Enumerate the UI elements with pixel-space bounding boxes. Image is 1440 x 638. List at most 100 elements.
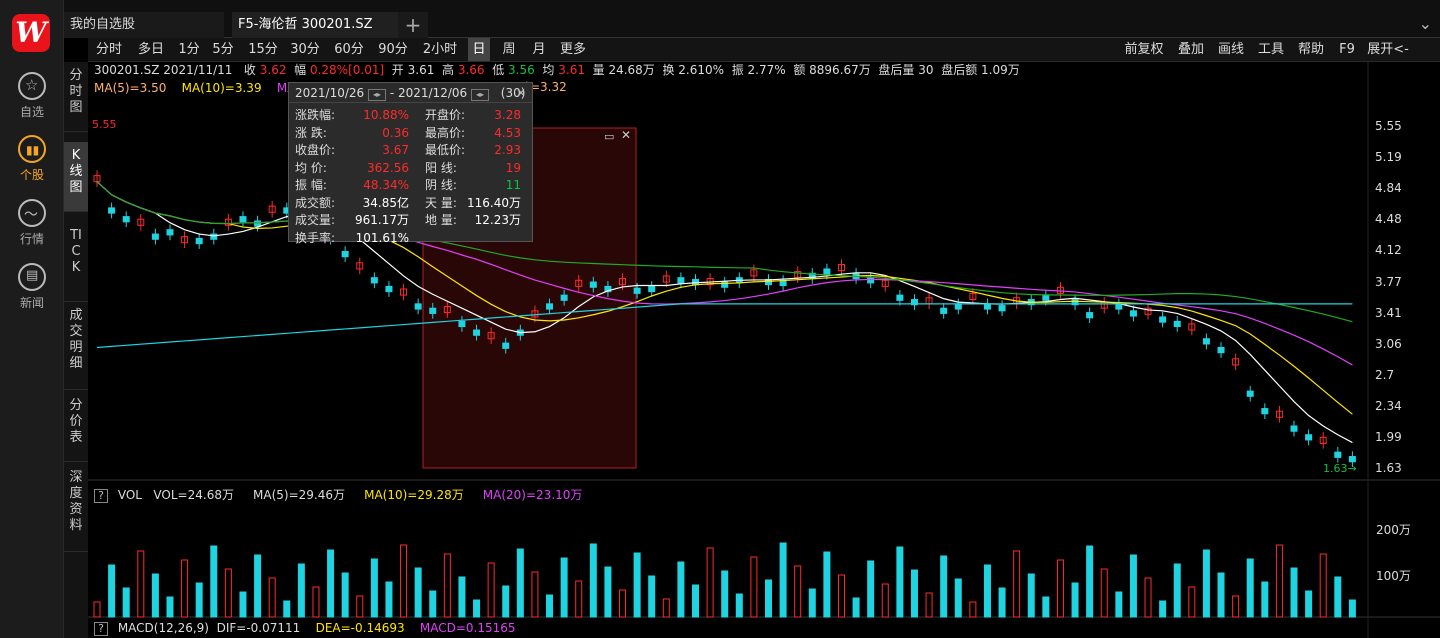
range-stepper-icon[interactable]: ◂▸ — [470, 89, 489, 101]
open-label: 开 — [391, 63, 404, 77]
period-button[interactable]: 90分 — [376, 38, 410, 61]
nav-label: 行情 — [19, 232, 44, 246]
candle — [1261, 408, 1269, 415]
volume-bar — [1027, 573, 1035, 618]
popup-value: 101.61% — [355, 230, 409, 245]
avg-value: 3.61 — [558, 63, 585, 77]
more-button[interactable]: 更多 — [556, 38, 590, 61]
nav-news[interactable]: ▤ 新闻 — [0, 263, 64, 325]
volume-bar — [940, 555, 948, 618]
popup-value: 961.17万 — [355, 213, 409, 227]
volume-bar — [356, 595, 364, 618]
vol-label: 量 — [592, 63, 605, 77]
volume-bar — [881, 583, 889, 618]
candle — [254, 220, 262, 227]
turnover-label: 换 — [662, 63, 675, 77]
volume-bar — [1144, 577, 1152, 618]
period-button[interactable]: 1分 — [176, 38, 202, 61]
volume-bar — [619, 589, 627, 618]
volume-bar — [794, 565, 802, 618]
volume-bar — [692, 584, 700, 618]
close-value: 3.62 — [259, 63, 287, 77]
amount-value: 8896.67万 — [809, 63, 871, 77]
popup-label: 均 价: — [295, 160, 327, 175]
price-axis-label: 4.12 — [1375, 243, 1402, 258]
left-sidebar: W ☆ 自选 ▮▮ 个股 〜 行情 ▤ 新闻 — [0, 0, 64, 638]
chevron-down-icon[interactable]: ⌄ — [1419, 14, 1432, 33]
candle — [1159, 316, 1167, 323]
candle — [151, 233, 159, 240]
range-stats-popup[interactable]: 2021/10/26 ◂▸ - 2021/12/06 ◂▸ (30) ✕ 涨跌幅… — [288, 82, 533, 245]
candle — [633, 287, 641, 294]
amount-label: 额 — [793, 63, 806, 77]
candle — [195, 237, 203, 245]
add-tab-button[interactable]: + — [398, 12, 428, 38]
price-axis-label: 1.63 — [1375, 461, 1402, 476]
nav-watchlist[interactable]: ☆ 自选 — [0, 72, 64, 134]
period-button[interactable]: 15分 — [246, 38, 280, 61]
volume-bar — [1319, 553, 1327, 618]
adjust-button[interactable]: 前复权 — [1122, 38, 1166, 61]
period-button[interactable]: 60分 — [332, 38, 366, 61]
volume-bar — [1056, 559, 1064, 618]
period-button[interactable]: 月 — [528, 38, 550, 61]
amplitude-value: 2.77% — [747, 63, 786, 77]
open-value: 3.61 — [407, 63, 435, 77]
quote-info-line: 300201.SZ 2021/11/11 收 3.62 幅 0.28%[0.01… — [94, 62, 1020, 78]
app-logo[interactable]: W — [12, 14, 50, 52]
period-button[interactable]: 周 — [498, 38, 520, 61]
maximize-icon[interactable]: ▭ — [604, 130, 614, 143]
candle — [341, 251, 349, 258]
vtab-kline[interactable]: K线图 — [64, 142, 88, 212]
vtab-detail[interactable]: 成交明细 — [64, 302, 88, 390]
macd-dea: DEA=-0.14693 — [315, 621, 405, 635]
volume-bar — [210, 545, 218, 618]
volume-bar — [1217, 572, 1225, 618]
star-icon: ☆ — [18, 72, 46, 100]
high-price-marker: 5.55 — [92, 118, 117, 131]
volume-bar — [1159, 600, 1167, 618]
vtab-timeshare[interactable]: 分时图 — [64, 62, 88, 132]
help-icon[interactable]: ? — [94, 489, 108, 503]
period-button[interactable]: 多日 — [134, 38, 168, 61]
volume-bar — [166, 596, 174, 618]
draw-button[interactable]: 画线 — [1216, 38, 1246, 61]
popup-value: 48.34% — [363, 178, 409, 192]
popup-value — [465, 230, 521, 247]
close-icon[interactable]: ✕ — [621, 128, 631, 142]
close-icon[interactable]: ✕ — [516, 83, 526, 103]
range-stepper-icon[interactable]: ◂▸ — [368, 89, 386, 101]
period-button[interactable]: 分时 — [92, 38, 126, 61]
candle — [896, 294, 904, 301]
volume-bar — [750, 556, 758, 618]
candle — [458, 320, 466, 328]
help-icon[interactable]: ? — [94, 622, 108, 636]
top-tab-bar: 我的自选股 F5-海伦哲 300201.SZ + ⌄ — [64, 0, 1440, 38]
volume-bar — [1246, 558, 1254, 618]
volume-bar — [1188, 586, 1196, 618]
vtab-depth[interactable]: 深度资料 — [64, 464, 88, 552]
nav-stock[interactable]: ▮▮ 个股 — [0, 135, 64, 197]
vtab-price-table[interactable]: 分价表 — [64, 392, 88, 462]
vtab-tick[interactable]: TICK — [64, 222, 88, 302]
popup-label: 收盘价: — [295, 143, 336, 157]
period-button[interactable]: 30分 — [288, 38, 322, 61]
tab-stock[interactable]: F5-海伦哲 300201.SZ — [232, 12, 398, 38]
f9-button[interactable]: F9 — [1336, 38, 1358, 61]
help-button[interactable]: 帮助 — [1296, 38, 1326, 61]
popup-header: 2021/10/26 ◂▸ - 2021/12/06 ◂▸ (30) ✕ — [289, 83, 532, 103]
tab-watchlist[interactable]: 我的自选股 — [64, 12, 224, 38]
tools-button[interactable]: 工具 — [1256, 38, 1286, 61]
candle — [429, 307, 437, 314]
expand-button[interactable]: 展开<- — [1366, 38, 1410, 61]
volume-bar — [954, 578, 962, 618]
popup-value: 116.40万 — [467, 195, 521, 210]
volume-bar — [1290, 567, 1298, 618]
nav-market[interactable]: 〜 行情 — [0, 199, 64, 261]
period-button-selected[interactable]: 日 — [468, 38, 490, 61]
period-button[interactable]: 2小时 — [420, 38, 460, 61]
overlay-button[interactable]: 叠加 — [1176, 38, 1206, 61]
popup-value: 2.93 — [494, 143, 521, 157]
period-button[interactable]: 5分 — [210, 38, 236, 61]
candle — [940, 307, 948, 314]
